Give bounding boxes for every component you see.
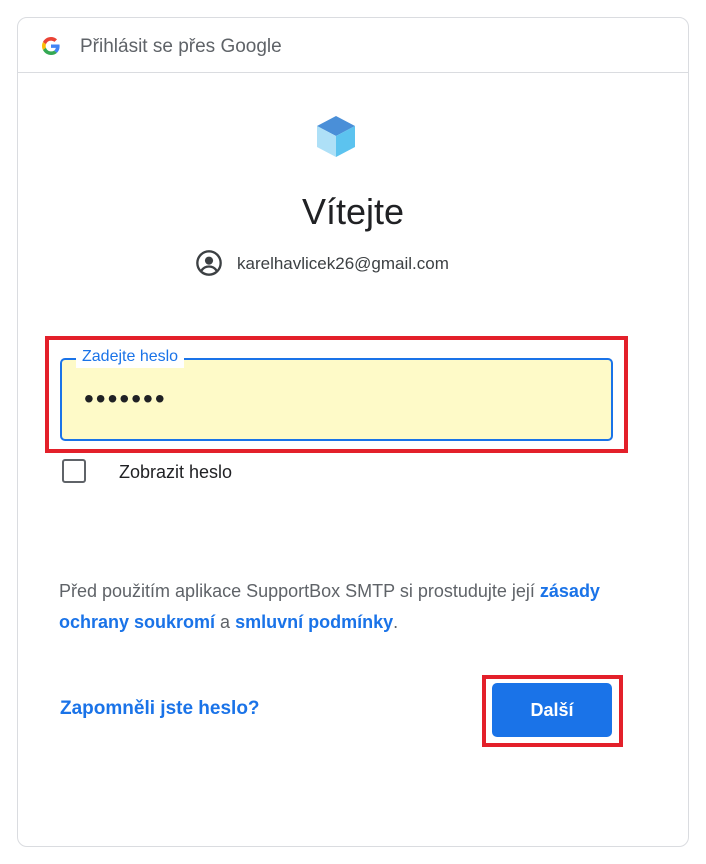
privacy-text-before: Před použitím aplikace SupportBox SMTP s… [59,581,540,601]
privacy-text-after: . [393,612,399,632]
account-circle-icon [195,249,223,277]
forgot-password-link[interactable]: Zapomněli jste heslo? [60,698,260,720]
page-title: Vítejte [301,191,405,232]
password-value: ••••••• [84,383,167,414]
password-label: Zadejte heslo [76,346,185,368]
privacy-text-middle: a [215,612,236,632]
header-title: Přihlásit se přes Google [80,36,282,57]
password-input[interactable]: Zadejte heslo ••••••• [60,346,613,441]
terms-link[interactable]: smluvní podmínky [235,612,393,632]
google-g-icon [42,37,60,55]
privacy-notice: Před použitím aplikace SupportBox SMTP s… [59,576,629,638]
show-password-label: Zobrazit heslo [119,462,233,482]
show-password-checkbox[interactable] [62,459,86,483]
app-cube-logo [313,113,359,159]
dialog-header: Přihlásit se přes Google [18,18,688,73]
account-email: karelhavlicek26@gmail.com [237,254,449,273]
next-button[interactable]: Další [492,683,612,737]
